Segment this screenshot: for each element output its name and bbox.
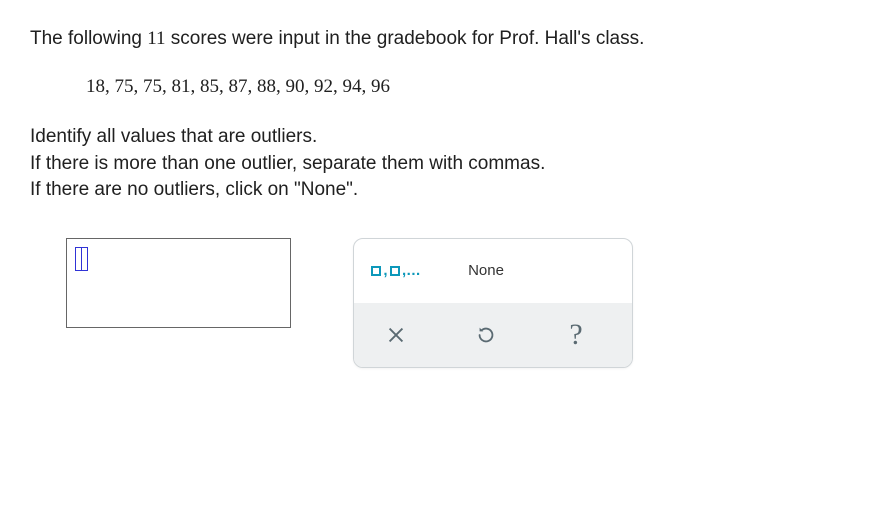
close-icon [385,324,407,346]
score-count: 11 [147,28,165,49]
undo-icon [475,324,497,346]
question-line-2: Identify all values that are outliers. [30,124,856,151]
tool-row-actions: ? [354,303,632,367]
help-icon: ? [569,318,582,352]
question-line-3: If there is more than one outlier, separ… [30,151,856,178]
comma-1: , [383,262,388,279]
help-button[interactable]: ? [546,315,606,355]
answer-input[interactable] [66,238,291,328]
comma-list-template-button[interactable]: ,,... [366,251,426,291]
tool-panel: ,,... None ? [353,238,633,368]
question-line-1-pre: The following [30,28,147,49]
question-line-1: The following 11 scores were input in th… [30,28,856,50]
clear-button[interactable] [366,315,426,355]
work-area: ,,... None ? [66,238,856,368]
data-values: 18, 75, 75, 81, 85, 87, 88, 90, 92, 94, … [86,76,856,98]
question-line-1-post: scores were input in the gradebook for P… [166,28,645,49]
none-button[interactable]: None [456,251,516,291]
tool-row-templates: ,,... None [354,239,632,303]
question-line-4: If there are no outliers, click on "None… [30,177,856,204]
reset-button[interactable] [456,315,516,355]
text-cursor-icon [75,247,88,271]
comma-trailing: ,... [402,262,421,279]
comma-list-template-icon: ,,... [371,262,420,279]
none-label: None [468,262,504,279]
